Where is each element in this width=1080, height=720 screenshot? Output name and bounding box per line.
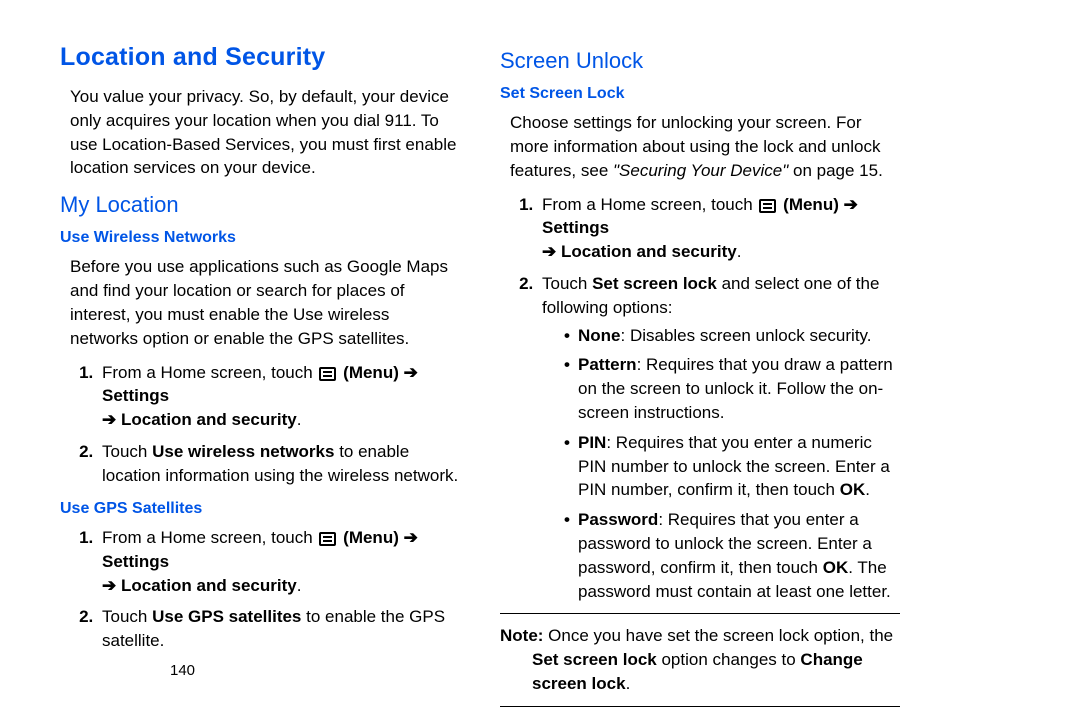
use-gps-steps: From a Home screen, touch (Menu) ➔ Setti… bbox=[60, 526, 460, 653]
menu-icon bbox=[319, 532, 336, 546]
list-item: Pattern: Requires that you draw a patter… bbox=[564, 353, 900, 424]
use-gps-heading: Use GPS Satellites bbox=[60, 498, 460, 520]
list-item: From a Home screen, touch (Menu) ➔ Setti… bbox=[538, 193, 900, 264]
menu-icon bbox=[759, 199, 776, 213]
list-item: From a Home screen, touch (Menu) ➔ Setti… bbox=[98, 361, 460, 432]
left-column: Location and Security You value your pri… bbox=[60, 40, 460, 717]
list-item: Touch Set screen lock and select one of … bbox=[538, 272, 900, 603]
note-block: Note: Once you have set the screen lock … bbox=[500, 624, 900, 695]
page-title: Location and Security bbox=[60, 40, 460, 75]
divider bbox=[500, 613, 900, 614]
set-lock-intro: Choose settings for unlocking your scree… bbox=[510, 111, 900, 182]
intro-paragraph: You value your privacy. So, by default, … bbox=[70, 85, 460, 180]
list-item: Password: Requires that you enter a pass… bbox=[564, 508, 900, 603]
divider bbox=[500, 706, 900, 707]
list-item: Touch Use wireless networks to enable lo… bbox=[98, 440, 460, 488]
page-number: 140 bbox=[170, 660, 195, 681]
my-location-heading: My Location bbox=[60, 190, 460, 221]
list-item: PIN: Requires that you enter a numeric P… bbox=[564, 431, 900, 502]
list-item: None: Disables screen unlock security. bbox=[564, 324, 900, 348]
use-wireless-intro: Before you use applications such as Goog… bbox=[70, 255, 460, 350]
list-item: Touch Use GPS satellites to enable the G… bbox=[98, 605, 460, 653]
list-item: From a Home screen, touch (Menu) ➔ Setti… bbox=[98, 526, 460, 597]
right-column: Screen Unlock Set Screen Lock Choose set… bbox=[500, 40, 900, 717]
menu-icon bbox=[319, 367, 336, 381]
set-lock-steps: From a Home screen, touch (Menu) ➔ Setti… bbox=[500, 193, 900, 604]
screen-unlock-heading: Screen Unlock bbox=[500, 46, 900, 77]
use-wireless-heading: Use Wireless Networks bbox=[60, 227, 460, 249]
lock-options: None: Disables screen unlock security. P… bbox=[542, 324, 900, 604]
set-screen-lock-heading: Set Screen Lock bbox=[500, 83, 900, 105]
use-wireless-steps: From a Home screen, touch (Menu) ➔ Setti… bbox=[60, 361, 460, 488]
